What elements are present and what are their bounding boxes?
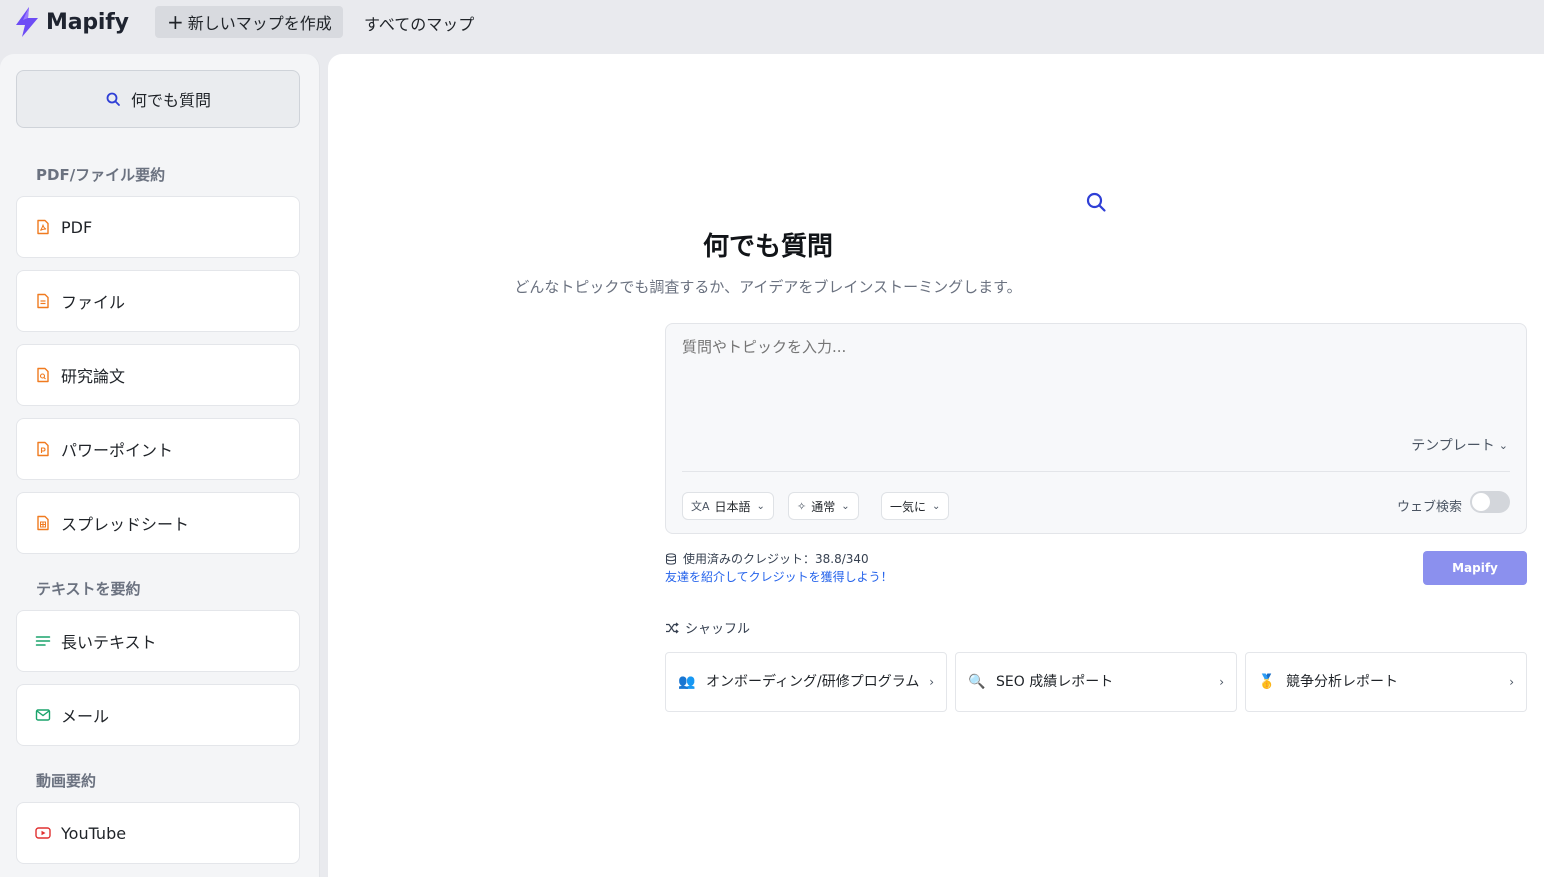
suggestion-card[interactable]: 👥 オンボーディング/研修プログラム › (665, 652, 947, 712)
sidebar: 何でも質問 PDF/ファイル要約 PDF ファイル 研究論文 パワーポイント ス… (0, 54, 320, 877)
sidebar-item-label: メール (61, 707, 110, 726)
powerpoint-icon (37, 441, 49, 457)
suggestion-label: SEO 成績レポート (996, 674, 1114, 690)
chevron-down-icon: ⌄ (756, 500, 765, 512)
sidebar-item-label: パワーポイント (61, 441, 174, 460)
page-subtitle: どんなトピックでも調査するか、アイデアをブレインストーミングします。 (514, 278, 1022, 296)
question-input-card: テンプレート ⌄ 文A 日本語 ⌄ ✧ 通常 ⌄ 一気に ⌄ ウェブ検索 (665, 323, 1527, 534)
lightning-logo-icon (16, 7, 38, 37)
question-input[interactable] (682, 338, 1502, 356)
chevron-down-icon: ⌄ (841, 500, 850, 512)
mode-value: 通常 (811, 499, 836, 514)
suggestion-card[interactable]: 🥇 競争分析レポート › (1245, 652, 1527, 712)
youtube-icon (35, 827, 51, 839)
main-panel: 何でも質問 どんなトピックでも調査するか、アイデアをブレインストーミングします。… (328, 54, 1544, 877)
magnifier-icon: 🔍 (968, 674, 986, 690)
section-video-summary: 動画要約 (36, 772, 97, 790)
web-search-toggle[interactable] (1470, 491, 1510, 513)
credits-text: 使用済みのクレジット：38.8/340 (683, 552, 869, 566)
credits-info: 使用済みのクレジット：38.8/340 (665, 550, 869, 567)
sidebar-item-label: 研究論文 (61, 367, 126, 386)
people-icon: 👥 (678, 674, 696, 690)
shuffle-button[interactable]: シャッフル (665, 618, 750, 637)
sidebar-item-research-paper[interactable]: 研究論文 (16, 344, 300, 406)
sidebar-item-youtube[interactable]: YouTube (16, 802, 300, 864)
mail-icon (35, 709, 51, 721)
generation-select[interactable]: 一気に ⌄ (881, 492, 950, 520)
app-name: Mapify (46, 9, 129, 35)
chevron-down-icon: ⌄ (932, 500, 941, 512)
medal-icon: 🥇 (1258, 674, 1276, 690)
ask-anything-label: 何でも質問 (130, 91, 211, 110)
sidebar-item-powerpoint[interactable]: パワーポイント (16, 418, 300, 480)
spreadsheet-icon (37, 515, 49, 531)
template-dropdown[interactable]: テンプレート ⌄ (1411, 435, 1508, 455)
chevron-right-icon: › (1509, 675, 1514, 689)
web-search-label: ウェブ検索 (1396, 500, 1462, 515)
search-icon (1086, 192, 1106, 212)
shuffle-icon (666, 622, 679, 633)
translate-icon: 文A (691, 500, 710, 513)
chevron-down-icon: ⌄ (1498, 438, 1508, 452)
new-map-button[interactable]: + 新しいマップを作成 (155, 6, 343, 38)
language-select[interactable]: 文A 日本語 ⌄ (682, 492, 774, 520)
chevron-right-icon: › (1219, 675, 1224, 689)
sidebar-item-mail[interactable]: メール (16, 684, 300, 746)
toggle-knob (1472, 493, 1490, 511)
page-title: 何でも質問 (702, 232, 833, 262)
suggestion-card[interactable]: 🔍 SEO 成績レポート › (955, 652, 1237, 712)
all-maps-link[interactable]: すべてのマップ (364, 11, 474, 35)
new-map-label: 新しいマップを作成 (187, 14, 332, 33)
suggestion-label: 競争分析レポート (1286, 674, 1398, 690)
sidebar-item-label: スプレッドシート (61, 515, 190, 534)
sparkle-icon: ✧ (797, 499, 807, 513)
search-icon (106, 92, 120, 106)
generation-value: 一気に (890, 499, 927, 514)
sidebar-item-label: 長いテキスト (61, 633, 157, 652)
chevron-right-icon: › (929, 675, 934, 689)
top-bar: Mapify + 新しいマップを作成 すべてのマップ (0, 0, 1544, 54)
long-text-icon (35, 636, 51, 646)
suggestion-label: オンボーディング/研修プログラム (706, 674, 920, 690)
divider (682, 471, 1510, 472)
sidebar-item-label: YouTube (61, 823, 127, 843)
mapify-submit-button[interactable]: Mapify (1423, 551, 1527, 585)
sidebar-item-spreadsheet[interactable]: スプレッドシート (16, 492, 300, 554)
mode-select[interactable]: ✧ 通常 ⌄ (788, 492, 859, 520)
shuffle-label: シャッフル (685, 622, 751, 637)
database-icon (666, 552, 676, 565)
sidebar-item-long-text[interactable]: 長いテキスト (16, 610, 300, 672)
ask-anything-button[interactable]: 何でも質問 (16, 70, 300, 128)
section-text-summary: テキストを要約 (36, 580, 141, 598)
research-paper-icon (37, 367, 49, 383)
mapify-logo[interactable]: Mapify (11, 6, 129, 38)
referral-link[interactable]: 友達を紹介してクレジットを獲得しよう！ (665, 568, 893, 585)
language-value: 日本語 (714, 499, 751, 514)
plus-icon: + (167, 10, 184, 34)
template-label: テンプレート (1411, 438, 1495, 454)
section-pdf-file-summary: PDF/ファイル要約 (36, 166, 166, 184)
